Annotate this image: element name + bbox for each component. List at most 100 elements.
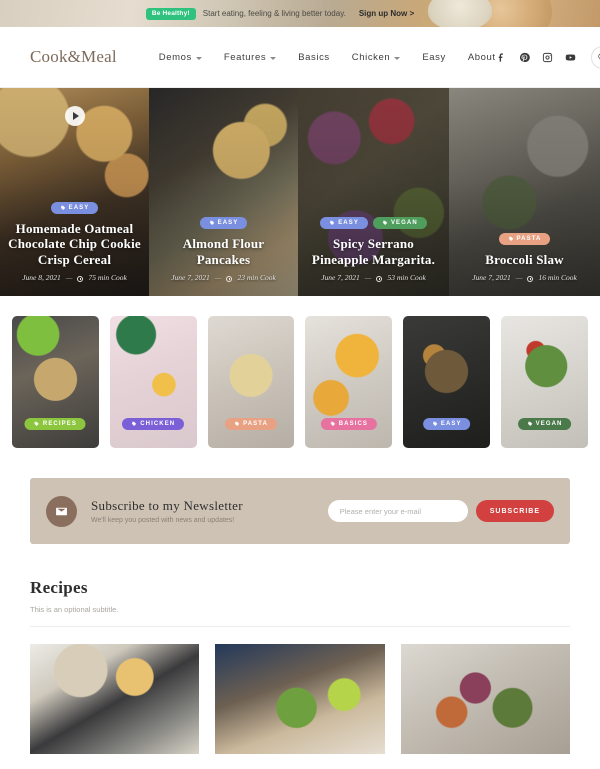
category-card-chicken[interactable]: CHICKEN [109, 316, 197, 448]
tag-icon [60, 205, 65, 211]
pinterest-icon[interactable] [519, 51, 531, 63]
nav-label: Demos [158, 51, 192, 63]
chevron-down-icon [394, 56, 401, 60]
chevron-down-icon [270, 56, 277, 60]
category-tag-basics[interactable]: BASICS [320, 418, 378, 430]
envelope-icon [46, 495, 77, 527]
category-card-easy[interactable]: EASY [403, 316, 491, 448]
tag-icon [34, 421, 40, 426]
nav-item-demos[interactable]: Demos [159, 52, 202, 63]
nav-item-chicken[interactable]: Chicken [352, 52, 401, 63]
promo-banner: Be Healthy! Start eating, feeling & livi… [0, 0, 600, 27]
site-logo[interactable]: Cook&Meal [30, 47, 117, 67]
tag-label: EASY [440, 421, 462, 427]
tag-icon [330, 221, 335, 226]
tag-label: PASTA [243, 421, 269, 427]
meta-separator: — [515, 273, 523, 282]
hero-title-3: Spicy Serrano Pineapple Margarita. [311, 236, 436, 267]
category-card-pasta[interactable]: PASTA [207, 316, 295, 448]
hero-card-4[interactable]: PASTA Broccoli Slaw June 7, 2021 — 16 mi… [449, 88, 600, 296]
hero-card-1[interactable]: EASY Homemade Oatmeal Chocolate Chip Coo… [0, 88, 149, 296]
tag-label: EASY [68, 205, 90, 212]
category-tag-vegan[interactable]: VEGAN [517, 418, 572, 430]
tag-label: EASY [217, 220, 239, 227]
hero-cook-time: 23 min Cook [237, 273, 276, 282]
main-navigation: Demos Features Basics Chicken Easy About [159, 52, 496, 63]
youtube-icon[interactable] [565, 51, 577, 63]
tag-vegan[interactable]: VEGAN [372, 217, 427, 230]
tag-label: VEGAN [535, 421, 563, 427]
signup-now-link[interactable]: Sign up Now > [359, 9, 414, 18]
tag-easy[interactable]: EASY [320, 217, 368, 230]
clock-icon [376, 275, 383, 282]
instagram-icon[interactable] [542, 51, 554, 63]
tag-icon [330, 421, 335, 426]
hero-date: June 7, 2021 [321, 273, 360, 282]
recipe-card-2[interactable] [215, 644, 385, 754]
tag-label: EASY [338, 220, 359, 227]
category-card-recipes[interactable]: RECIPES [12, 316, 99, 448]
meta-separator: — [214, 273, 222, 282]
nav-label: Chicken [351, 51, 391, 63]
page-title: Recipes [30, 578, 88, 597]
category-tag-recipes[interactable]: RECIPES [24, 418, 86, 430]
search-button[interactable] [590, 45, 600, 69]
hero-tags: EASY [157, 217, 290, 230]
category-tag-easy[interactable]: EASY [422, 418, 471, 430]
hero-date: June 8, 2021 [22, 273, 61, 282]
newsletter-form: SUBSCRIBE [327, 500, 554, 522]
clock-icon [226, 275, 233, 282]
meta-separator: — [364, 273, 372, 282]
tag-icon [508, 236, 513, 241]
email-field[interactable] [327, 500, 468, 522]
clock-icon [527, 275, 534, 282]
category-card-row: RECIPES CHICKEN PASTA BASICS EASY VEGAN [0, 296, 600, 448]
nav-item-easy[interactable]: Easy [422, 52, 446, 63]
hero-tags: EASY [8, 202, 141, 215]
header-actions [496, 45, 600, 69]
clock-icon [77, 275, 84, 282]
hero-title-2: Almond Flour Pancakes [182, 236, 265, 267]
hero-cook-time: 53 min Cook [387, 273, 426, 282]
tag-icon [382, 221, 388, 226]
hero-card-2[interactable]: EASY Almond Flour Pancakes June 7, 2021 … [149, 88, 298, 296]
nav-item-features[interactable]: Features [223, 51, 277, 63]
facebook-icon[interactable] [496, 51, 508, 63]
recipe-card-3[interactable] [400, 644, 570, 754]
hero-card-3[interactable]: EASY VEGAN Spicy Serrano Pineapple Marga… [298, 88, 449, 296]
hero-tags: PASTA [457, 232, 592, 245]
hero-date: June 7, 2021 [171, 273, 210, 282]
category-tag-pasta[interactable]: PASTA [225, 418, 278, 430]
hero-cook-time: 16 min Cook [538, 273, 577, 282]
nav-label: About [467, 51, 496, 63]
hero-cook-time: 75 min Cook [88, 273, 127, 282]
play-video-button[interactable] [64, 106, 85, 126]
tag-easy[interactable]: EASY [50, 202, 99, 215]
hero-meta-4: June 7, 2021 — 16 min Cook [457, 273, 592, 282]
nav-label: Features [223, 51, 267, 63]
tag-icon [432, 421, 438, 426]
divider [30, 626, 570, 627]
tag-pasta[interactable]: PASTA [498, 232, 551, 245]
newsletter-subtitle: We'll keep you posted with news and upda… [91, 517, 235, 524]
tag-icon [235, 421, 240, 426]
subscribe-button[interactable]: SUBSCRIBE [475, 500, 554, 522]
nav-item-basics[interactable]: Basics [298, 52, 330, 63]
newsletter-section: Subscribe to my Newsletter We'll keep yo… [0, 448, 600, 544]
meta-separator: — [65, 273, 73, 282]
tag-label: PASTA [516, 235, 542, 242]
tag-label: RECIPES [42, 421, 77, 427]
section-subtitle: This is an optional subtitle. [30, 605, 119, 614]
chevron-down-icon [195, 56, 202, 60]
tag-label: BASICS [338, 421, 369, 427]
hero-featured-grid: EASY Homemade Oatmeal Chocolate Chip Coo… [0, 88, 600, 296]
tag-easy[interactable]: EASY [199, 217, 248, 230]
category-card-vegan[interactable]: VEGAN [501, 316, 588, 448]
tag-label: CHICKEN [140, 421, 176, 427]
nav-item-about[interactable]: About [468, 52, 496, 63]
category-card-basics[interactable]: BASICS [305, 316, 393, 448]
recipe-card-1[interactable] [30, 644, 200, 754]
hero-title-1: Homemade Oatmeal Chocolate Chip Cookie C… [8, 221, 141, 267]
category-tag-chicken[interactable]: CHICKEN [122, 418, 185, 430]
hero-meta-1: June 8, 2021 — 75 min Cook [8, 273, 141, 282]
